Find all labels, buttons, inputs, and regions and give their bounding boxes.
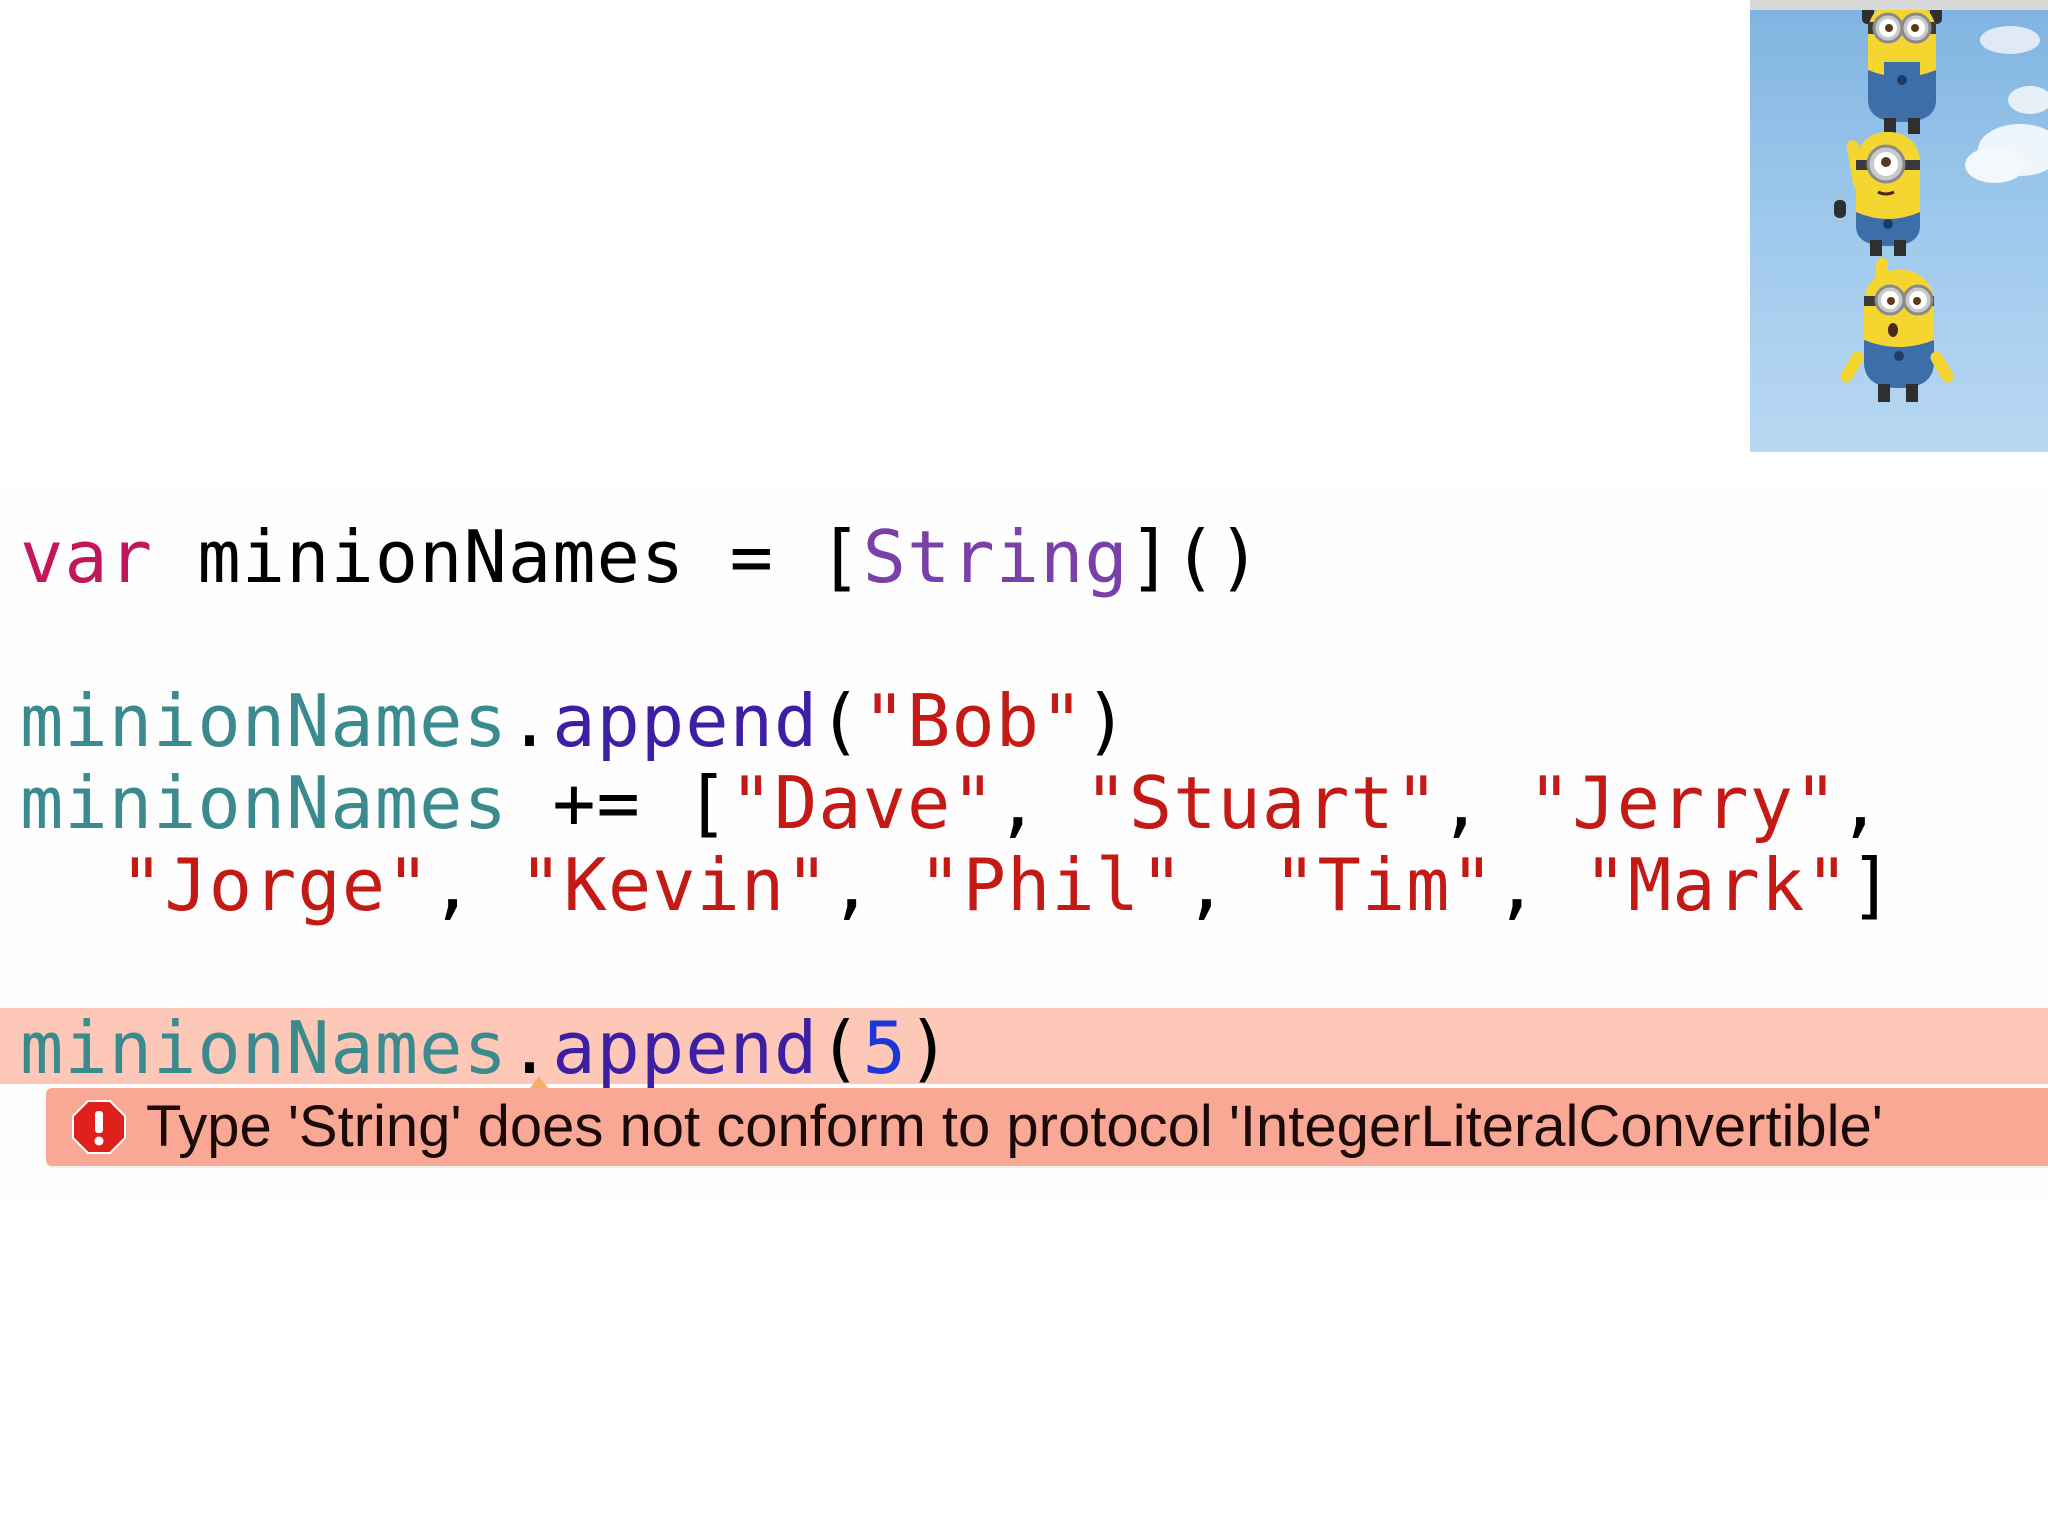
minion-middle: [1834, 132, 1920, 256]
string-literal: "Tim": [1273, 843, 1495, 927]
error-message-bubble[interactable]: Type 'String' does not conform to protoc…: [46, 1088, 2048, 1166]
minion-bottom: [1840, 258, 1954, 402]
open-paren: (: [818, 1006, 863, 1090]
code-line-5[interactable]: minionNames.append(5): [20, 1003, 951, 1093]
three-minions-hanging-illustration: [1834, 0, 2048, 402]
assign-operator: =: [729, 515, 774, 599]
string-literal: "Bob": [862, 679, 1085, 763]
code-line-1[interactable]: var minionNames = [String](): [20, 512, 1262, 602]
open-bracket: [: [685, 761, 730, 845]
string-literal: "Phil": [918, 843, 1185, 927]
error-stop-icon: [72, 1100, 126, 1154]
string-literal: "Kevin": [519, 843, 830, 927]
method-name: append: [552, 679, 819, 763]
receiver: minionNames: [20, 761, 508, 845]
string-literal: "Mark": [1583, 843, 1850, 927]
close-paren: ): [907, 1006, 952, 1090]
string-literal: "Jerry": [1527, 761, 1839, 845]
string-literal: "Jorge": [120, 843, 431, 927]
error-caret-icon: [530, 1076, 548, 1088]
open-bracket: [: [818, 515, 863, 599]
variable-name: minionNames: [197, 515, 686, 599]
type-name: String: [862, 515, 1129, 599]
error-message: Type 'String' does not conform to protoc…: [146, 1094, 1883, 1159]
minions-image: [1750, 0, 2048, 452]
keyword-var: var: [20, 515, 154, 599]
number-literal: 5: [862, 1006, 907, 1090]
close-initializer: ](): [1128, 515, 1262, 599]
receiver: minionNames: [20, 1006, 508, 1090]
comma: ,: [1439, 761, 1484, 845]
close-paren: ): [1084, 679, 1129, 763]
code-line-4[interactable]: "Jorge", "Kevin", "Phil", "Tim", "Mark"]: [120, 840, 1894, 930]
code-line-2[interactable]: minionNames.append("Bob"): [20, 676, 1129, 766]
close-bracket: ]: [1849, 843, 1895, 927]
method-name: append: [552, 1006, 819, 1090]
comma: ,: [995, 761, 1041, 845]
code-line-3[interactable]: minionNames += ["Dave", "Stuart", "Jerry…: [20, 758, 1883, 848]
minion-top: [1862, 0, 1942, 134]
string-literal: "Stuart": [1084, 761, 1440, 845]
image-top-border: [1750, 0, 2048, 10]
comma: ,: [829, 843, 874, 927]
comma: ,: [1184, 843, 1229, 927]
open-paren: (: [818, 679, 863, 763]
comma: ,: [1494, 843, 1540, 927]
plus-assign-operator: +=: [552, 761, 641, 845]
string-literal: "Dave": [729, 761, 996, 845]
dot: .: [507, 679, 553, 763]
comma: ,: [1838, 761, 1883, 845]
receiver: minionNames: [20, 679, 508, 763]
comma: ,: [430, 843, 475, 927]
